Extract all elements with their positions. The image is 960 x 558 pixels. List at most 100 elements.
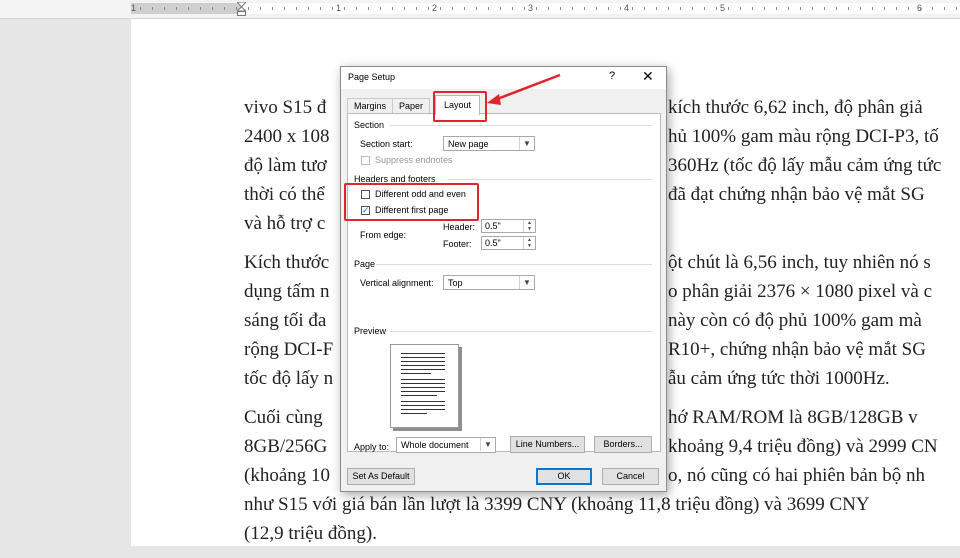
ruler-tick — [524, 7, 525, 10]
ruler-tick — [572, 7, 573, 10]
preview-line — [401, 387, 445, 388]
help-button[interactable]: ? — [609, 70, 615, 82]
preview-heading: Preview — [354, 326, 387, 336]
borders-button[interactable]: Borders... — [594, 436, 652, 453]
tab-layout[interactable]: Layout — [435, 95, 480, 115]
ruler-tick — [728, 7, 729, 10]
ruler-tick — [920, 7, 921, 10]
ruler-tick — [788, 7, 789, 10]
dialog-title: Page Setup — [348, 72, 396, 82]
text-line: o phân giải 2376 × 1080 pixel và c — [668, 281, 932, 302]
ruler-tick — [824, 7, 825, 10]
suppress-endnotes-label: Suppress endnotes — [375, 155, 453, 165]
ruler-tick — [308, 7, 309, 10]
ruler-number: 3 — [528, 3, 534, 13]
ruler-tick — [236, 7, 237, 10]
different-odd-even-checkbox[interactable] — [361, 190, 370, 199]
tab-margins[interactable]: Margins — [347, 98, 393, 114]
checkmark-icon[interactable]: ✓ — [361, 206, 370, 215]
tab-paper[interactable]: Paper — [392, 98, 430, 114]
spin-arrows-icon[interactable]: ▲ ▼ — [523, 237, 535, 249]
text-line: hủ 100% gam màu rộng DCI-P3, tố — [668, 126, 939, 147]
ruler-tick — [884, 7, 885, 10]
ruler-tick — [176, 7, 177, 10]
set-as-default-button[interactable]: Set As Default — [347, 468, 415, 485]
preview-line — [401, 395, 437, 396]
ruler-tick — [752, 7, 753, 10]
text-line: đã đạt chứng nhận bảo vệ mắt SG — [668, 184, 925, 205]
ruler-tick — [344, 7, 345, 10]
ruler-tick — [596, 7, 597, 10]
divider — [390, 125, 652, 126]
preview-line — [401, 373, 431, 374]
preview-line — [401, 353, 445, 354]
apply-to-label: Apply to: — [354, 442, 390, 452]
divider — [390, 331, 652, 332]
section-start-select[interactable]: New page ▼ — [443, 136, 535, 151]
spin-arrows-icon[interactable]: ▲ ▼ — [523, 220, 535, 232]
ruler-tick — [428, 7, 429, 10]
paragraph: hớ RAM/ROM là 8GB/128GB v khoảng 9,4 tri… — [668, 403, 960, 490]
vertical-alignment-label: Vertical alignment: — [360, 278, 434, 288]
preview-line — [401, 405, 445, 406]
header-spinner[interactable]: 0.5" ▲ ▼ — [481, 219, 536, 233]
section-start-label: Section start: — [360, 139, 413, 149]
ruler-tick — [848, 7, 849, 10]
ruler-tick — [452, 7, 453, 10]
ruler-tick — [860, 7, 861, 10]
text-line: khoảng 9,4 triệu đồng) và 2999 CN — [668, 436, 938, 457]
chevron-down-icon: ▼ — [519, 276, 534, 289]
ruler-tick — [740, 7, 741, 10]
text-line: 360Hz (tốc độ lấy mẫu cảm ứng tức — [668, 155, 942, 176]
dialog-titlebar[interactable]: Page Setup ? ✕ — [341, 67, 666, 89]
ruler-tick — [908, 7, 909, 10]
ruler-tick — [476, 7, 477, 10]
preview-line — [401, 401, 445, 402]
indent-marker-icon[interactable] — [237, 2, 246, 16]
footer-spinner[interactable]: 0.5" ▲ ▼ — [481, 236, 536, 250]
preview-line — [401, 361, 445, 362]
ruler-tick — [200, 7, 201, 10]
ruler-tick — [224, 7, 225, 10]
ruler-tick — [272, 7, 273, 10]
ruler-tick — [632, 7, 633, 10]
ruler-tick — [680, 7, 681, 10]
ruler-tick — [776, 7, 777, 10]
text-line: (12,9 triệu đồng). — [244, 523, 377, 544]
ruler-tick — [512, 7, 513, 10]
ruler-number: 4 — [624, 3, 630, 13]
ruler-tick — [764, 7, 765, 10]
ruler-tick — [356, 7, 357, 10]
apply-to-value: Whole document — [401, 440, 469, 450]
line-numbers-button[interactable]: Line Numbers... — [510, 436, 585, 453]
ok-button[interactable]: OK — [536, 468, 592, 485]
vertical-alignment-select[interactable]: Top ▼ — [443, 275, 535, 290]
headers-footers-heading: Headers and footers — [354, 174, 436, 184]
layout-panel: Section Section start: New page ▼ Suppre… — [347, 113, 661, 452]
ruler-tick — [668, 7, 669, 10]
suppress-endnotes-checkbox[interactable] — [361, 156, 370, 165]
ruler-tick — [812, 7, 813, 10]
apply-to-select[interactable]: Whole document ▼ — [396, 437, 496, 453]
ruler-tick — [656, 7, 657, 10]
page-heading: Page — [354, 259, 376, 269]
ruler-tick — [416, 7, 417, 10]
cancel-button[interactable]: Cancel — [602, 468, 659, 485]
ruler-tick — [248, 7, 249, 10]
workspace-margin — [0, 19, 131, 546]
ruler-tick — [500, 7, 501, 10]
ruler-tick — [584, 7, 585, 10]
ruler-tick — [404, 7, 405, 10]
divider — [376, 264, 652, 265]
ruler-number: 2 — [432, 3, 438, 13]
close-icon[interactable]: ✕ — [642, 68, 654, 85]
preview-line — [401, 357, 445, 358]
horizontal-ruler[interactable]: 1 1 2 3 4 5 6 — [0, 0, 960, 19]
ruler-tick — [380, 7, 381, 10]
ruler-tick — [704, 7, 705, 10]
page-setup-dialog[interactable]: Page Setup ? ✕ Margins Paper Layout Sect… — [340, 66, 667, 492]
text-line: R10+, chứng nhận bảo vệ mắt SG — [668, 339, 926, 360]
ruler-tick — [536, 7, 537, 10]
document-body-right[interactable]: kích thước 6,62 inch, độ phân giả hủ 100… — [668, 93, 960, 500]
ruler-tick — [332, 7, 333, 10]
